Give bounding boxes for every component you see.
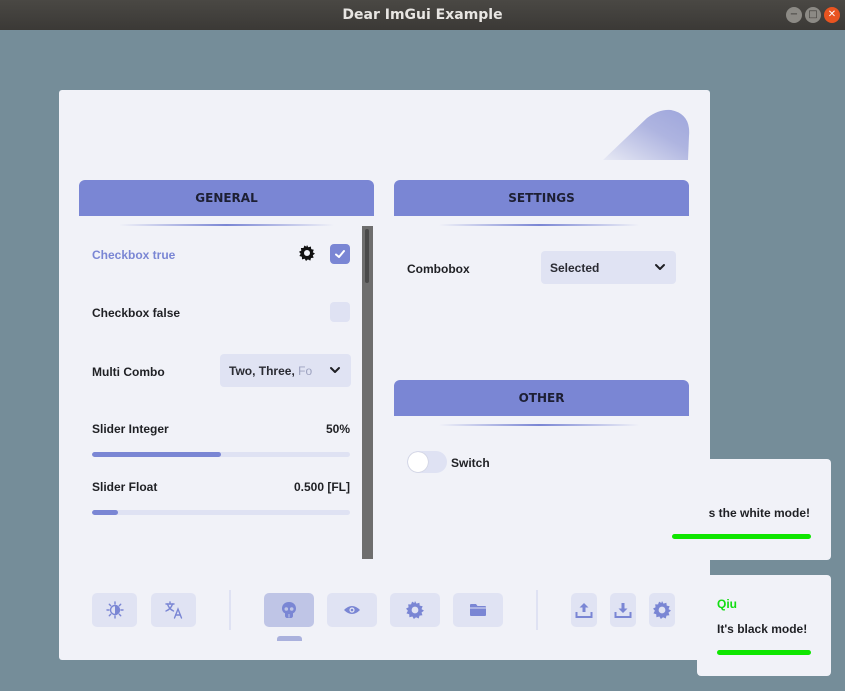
checkbox-true[interactable] [330, 244, 350, 264]
gear-icon [653, 601, 671, 619]
notification-black-mode[interactable]: Qiu It's black mode! [697, 575, 831, 676]
toolbar-separator [536, 590, 538, 630]
notification-message: s the white mode! [708, 506, 810, 520]
slider-integer-value: 50% [325, 422, 350, 436]
view-tab-button[interactable] [327, 593, 377, 627]
folder-icon [470, 604, 486, 616]
slider-float-value: 0.500 [FL] [293, 480, 350, 494]
toolbar-separator [229, 590, 231, 630]
language-button[interactable] [151, 593, 196, 627]
slider-float-label: Slider Float [92, 480, 158, 494]
active-tab-indicator [277, 636, 302, 641]
slider-integer-label: Slider Integer [92, 422, 169, 436]
eye-icon [344, 606, 360, 614]
multi-combo-label: Multi Combo [92, 365, 165, 379]
tab-general[interactable]: GENERAL [79, 180, 374, 216]
tab-other[interactable]: OTHER [394, 380, 689, 416]
chevron-down-icon [655, 264, 665, 270]
slider-float[interactable] [92, 510, 350, 515]
combobox[interactable]: Selected [541, 251, 676, 284]
window-title: Dear ImGui Example [342, 7, 503, 23]
window-controls: − □ ✕ [786, 7, 840, 23]
preferences-button[interactable] [649, 593, 675, 627]
switch-toggle[interactable] [407, 451, 447, 473]
general-scrollbar-thumb[interactable] [365, 229, 369, 283]
maximize-icon[interactable]: □ [805, 7, 821, 23]
settings-tab-button[interactable] [390, 593, 440, 627]
skull-icon [282, 602, 296, 618]
download-button[interactable] [610, 593, 636, 627]
close-icon[interactable]: ✕ [824, 7, 840, 23]
general-scrollbar[interactable] [362, 226, 373, 559]
checkbox-false[interactable] [330, 302, 350, 322]
tab-other-underline [439, 424, 639, 426]
notification-progress [672, 534, 811, 539]
upload-button[interactable] [571, 593, 597, 627]
checkmark-icon [335, 250, 345, 258]
multi-combo-value-overflow: Fo [298, 363, 313, 378]
gear-icon[interactable] [299, 245, 315, 261]
translate-icon [164, 601, 182, 619]
theme-button[interactable] [92, 593, 137, 627]
folder-tab-button[interactable] [453, 593, 503, 627]
combobox-label: Combobox [407, 262, 470, 276]
notification-progress [717, 650, 811, 655]
notification-message: It's black mode! [717, 622, 808, 636]
slider-float-fill [92, 510, 118, 515]
checkbox-false-label: Checkbox false [92, 306, 181, 320]
notification-body: s the white mode! [663, 459, 831, 560]
notification-white-mode[interactable]: s the white mode! [663, 459, 831, 560]
minimize-icon[interactable]: − [786, 7, 802, 23]
switch-label: Switch [451, 456, 490, 470]
tab-settings-underline [439, 224, 639, 226]
combobox-value: Selected [550, 260, 600, 275]
skull-tab-button[interactable] [264, 593, 314, 627]
tab-general-underline [119, 224, 334, 226]
theme-icon [105, 601, 124, 619]
gear-icon [406, 601, 424, 619]
tab-general-label: GENERAL [195, 191, 258, 205]
notification-sender: Qiu [717, 597, 737, 611]
tab-settings-label: SETTINGS [508, 191, 575, 205]
multi-combo[interactable]: Two, Three, Fo [220, 354, 351, 387]
main-window: GENERAL Checkbox true Checkbox false Mul… [59, 90, 710, 660]
logo [603, 109, 690, 160]
tab-settings[interactable]: SETTINGS [394, 180, 689, 216]
tab-other-label: OTHER [518, 391, 565, 405]
slider-integer-fill [92, 452, 221, 457]
switch-knob [408, 452, 428, 472]
window-titlebar[interactable]: Dear ImGui Example − □ ✕ [0, 0, 845, 30]
slider-integer[interactable] [92, 452, 350, 457]
checkbox-true-label: Checkbox true [92, 248, 176, 262]
upload-icon [575, 603, 593, 618]
multi-combo-value: Two, Three, [229, 363, 299, 378]
chevron-down-icon [330, 367, 340, 373]
download-icon [614, 603, 632, 618]
